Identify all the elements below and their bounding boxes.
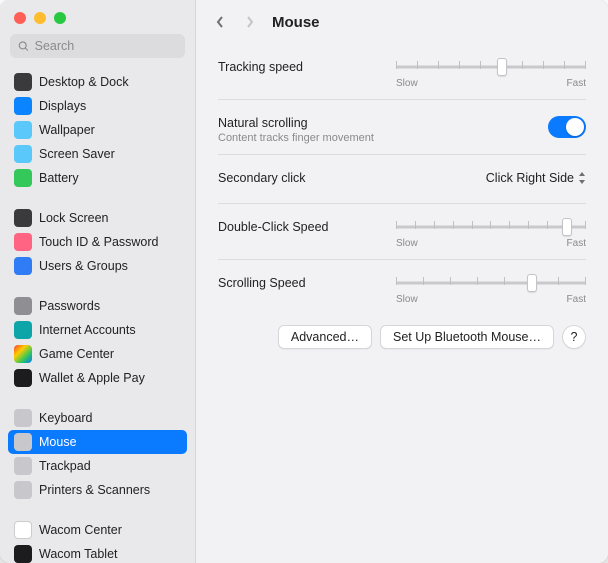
- row-doubleclick-speed: Double-Click Speed Slow Fast: [218, 208, 586, 255]
- sidebar-item-label: Game Center: [39, 347, 114, 361]
- sidebar-item-label: Keyboard: [39, 411, 93, 425]
- minimize-button[interactable]: [34, 12, 46, 24]
- tracking-speed-slider[interactable]: [396, 58, 586, 76]
- sidebar-item-label: Wacom Tablet: [39, 547, 118, 561]
- secondary-click-popup[interactable]: Click Right Side: [486, 169, 586, 185]
- row-scrolling-speed: Scrolling Speed Slow Fast: [218, 264, 586, 311]
- natural-scrolling-label: Natural scrolling: [218, 114, 548, 130]
- sidebar-item-label: Wallet & Apple Pay: [39, 371, 145, 385]
- forward-button[interactable]: [242, 14, 258, 30]
- sidebar-item-keyboard[interactable]: Keyboard: [8, 406, 187, 430]
- sidebar-item-wacom-tablet[interactable]: Wacom Tablet: [8, 542, 187, 563]
- sidebar-item-label: Wacom Center: [39, 523, 122, 537]
- sidebar-item-label: Trackpad: [39, 459, 91, 473]
- secondary-click-label: Secondary click: [218, 169, 486, 185]
- tracking-slow-label: Slow: [396, 78, 418, 89]
- sidebar-item-label: Printers & Scanners: [39, 483, 150, 497]
- lock-icon: [14, 209, 32, 227]
- sidebar-item-users-groups[interactable]: Users & Groups: [8, 254, 187, 278]
- back-button[interactable]: [212, 14, 228, 30]
- tracking-fast-label: Fast: [567, 78, 586, 89]
- scrolling-fast-label: Fast: [567, 294, 586, 305]
- search-input[interactable]: [35, 39, 177, 53]
- doubleclick-speed-label: Double-Click Speed: [218, 218, 396, 234]
- natural-scrolling-sub: Content tracks finger movement: [218, 132, 548, 144]
- advanced-button[interactable]: Advanced…: [278, 325, 372, 349]
- battery-icon: [14, 169, 32, 187]
- wallet-icon: [14, 369, 32, 387]
- touchid-icon: [14, 233, 32, 251]
- doubleclick-slow-label: Slow: [396, 238, 418, 249]
- sidebar-item-wallpaper[interactable]: Wallpaper: [8, 118, 187, 142]
- sidebar-item-label: Users & Groups: [39, 259, 128, 273]
- gamecenter-icon: [14, 345, 32, 363]
- toolbar: Mouse: [196, 0, 608, 44]
- sidebar-item-label: Internet Accounts: [39, 323, 136, 337]
- page-title: Mouse: [272, 14, 320, 31]
- users-icon: [14, 257, 32, 275]
- updown-icon: [578, 172, 586, 184]
- settings-window: Desktop & Dock Displays Wallpaper Screen Sa…: [0, 0, 608, 563]
- tracking-speed-label: Tracking speed: [218, 58, 396, 74]
- sidebar-item-label: Wallpaper: [39, 123, 95, 137]
- sidebar-item-label: Touch ID & Password: [39, 235, 159, 249]
- traffic-lights: [0, 8, 195, 34]
- search-field[interactable]: [10, 34, 185, 58]
- secondary-click-value: Click Right Side: [486, 171, 574, 185]
- zoom-button[interactable]: [54, 12, 66, 24]
- search-icon: [18, 40, 30, 53]
- doubleclick-speed-slider[interactable]: [396, 218, 586, 236]
- screensaver-icon: [14, 145, 32, 163]
- main-panel: Mouse Tracking speed Slow Fast: [196, 0, 608, 563]
- sidebar-item-mouse[interactable]: Mouse: [8, 430, 187, 454]
- sidebar-item-wallet-apple-pay[interactable]: Wallet & Apple Pay: [8, 366, 187, 390]
- sidebar-item-label: Lock Screen: [39, 211, 108, 225]
- row-tracking-speed: Tracking speed Slow Fast: [218, 48, 586, 95]
- row-secondary-click: Secondary click Click Right Side: [218, 159, 586, 199]
- trackpad-icon: [14, 457, 32, 475]
- close-button[interactable]: [14, 12, 26, 24]
- sidebar-item-label: Mouse: [39, 435, 77, 449]
- internet-icon: [14, 321, 32, 339]
- sidebar-item-touch-id-password[interactable]: Touch ID & Password: [8, 230, 187, 254]
- sidebar-item-passwords[interactable]: Passwords: [8, 294, 187, 318]
- keyboard-icon: [14, 409, 32, 427]
- sidebar-item-lock-screen[interactable]: Lock Screen: [8, 206, 187, 230]
- wallpaper-icon: [14, 121, 32, 139]
- natural-scrolling-toggle[interactable]: [548, 116, 586, 138]
- sidebar-item-printers-scanners[interactable]: Printers & Scanners: [8, 478, 187, 502]
- displays-icon: [14, 97, 32, 115]
- mouse-icon: [14, 433, 32, 451]
- scrolling-slow-label: Slow: [396, 294, 418, 305]
- setup-bluetooth-button[interactable]: Set Up Bluetooth Mouse…: [380, 325, 554, 349]
- row-natural-scrolling: Natural scrolling Content tracks finger …: [218, 104, 586, 150]
- wacom-tablet-icon: [14, 545, 32, 563]
- scrolling-speed-label: Scrolling Speed: [218, 274, 396, 290]
- sidebar-item-label: Desktop & Dock: [39, 75, 129, 89]
- button-row: Advanced… Set Up Bluetooth Mouse… ?: [218, 325, 586, 349]
- passwords-icon: [14, 297, 32, 315]
- printers-icon: [14, 481, 32, 499]
- sidebar-item-trackpad[interactable]: Trackpad: [8, 454, 187, 478]
- sidebar-item-label: Battery: [39, 171, 79, 185]
- sidebar-item-label: Passwords: [39, 299, 100, 313]
- scrolling-speed-slider[interactable]: [396, 274, 586, 292]
- sidebar-item-wacom-center[interactable]: Wacom Center: [8, 518, 187, 542]
- sidebar: Desktop & Dock Displays Wallpaper Screen Sa…: [0, 0, 196, 563]
- sidebar-item-desktop-dock[interactable]: Desktop & Dock: [8, 70, 187, 94]
- doubleclick-fast-label: Fast: [567, 238, 586, 249]
- sidebar-item-displays[interactable]: Displays: [8, 94, 187, 118]
- sidebar-item-game-center[interactable]: Game Center: [8, 342, 187, 366]
- sidebar-item-internet-accounts[interactable]: Internet Accounts: [8, 318, 187, 342]
- help-button[interactable]: ?: [562, 325, 586, 349]
- desktop-icon: [14, 73, 32, 91]
- sidebar-item-screen-saver[interactable]: Screen Saver: [8, 142, 187, 166]
- sidebar-item-battery[interactable]: Battery: [8, 166, 187, 190]
- content-area: Tracking speed Slow Fast Natural scr: [196, 44, 608, 563]
- sidebar-item-label: Displays: [39, 99, 86, 113]
- wacom-center-icon: [14, 521, 32, 539]
- sidebar-item-label: Screen Saver: [39, 147, 115, 161]
